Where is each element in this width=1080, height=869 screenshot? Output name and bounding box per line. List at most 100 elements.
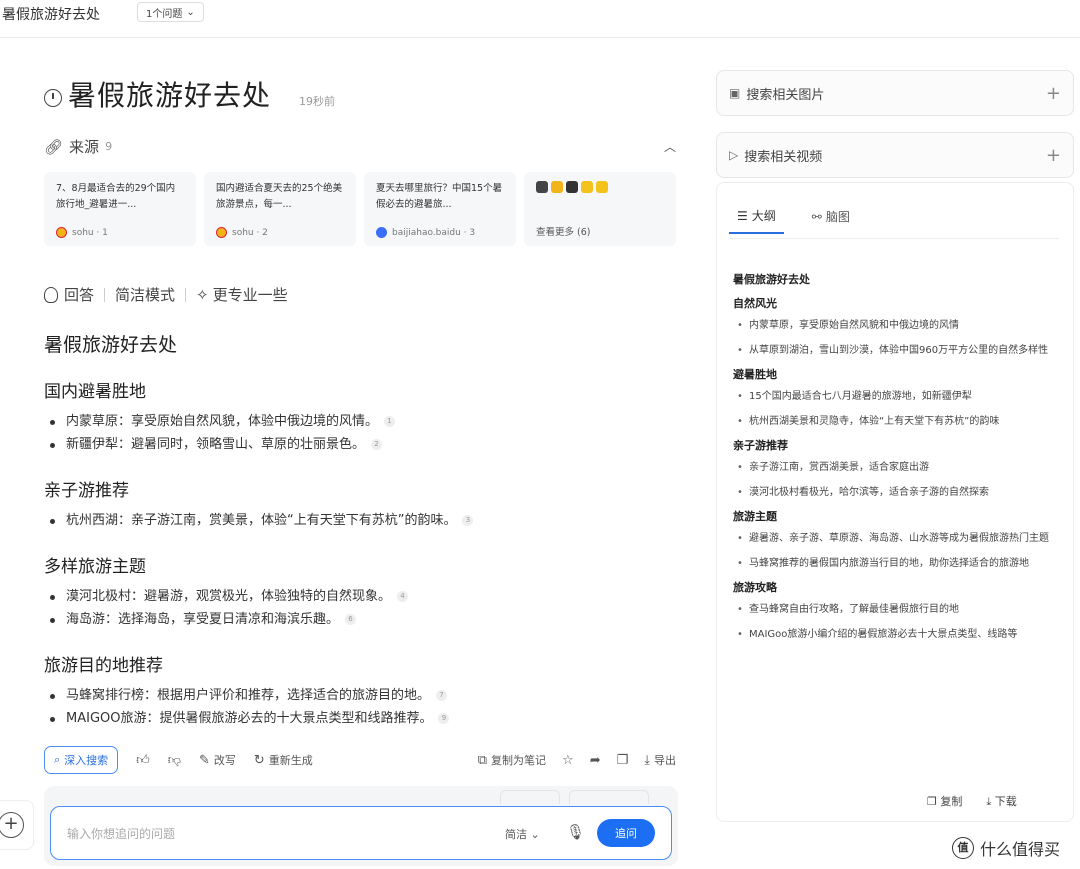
thumbs-down-icon[interactable]: 👎︎ <box>168 753 181 768</box>
source-card-origin: sohu · 2 <box>232 227 268 238</box>
citation-badge[interactable]: 2 <box>371 439 383 450</box>
regenerate-button[interactable]: 重新生成 <box>269 752 313 768</box>
outline-item: MAIGoo旅游小编介绍的暑假旅游必去十大景点类型、线路等 <box>733 624 1059 646</box>
citation-badge[interactable]: 3 <box>462 515 474 526</box>
search-images-label: 搜索相关图片 <box>746 87 825 103</box>
citation-badge[interactable]: 6 <box>345 614 357 625</box>
clock-icon <box>44 89 62 107</box>
mode-concise[interactable]: 简洁模式 <box>115 284 175 305</box>
answer-section-heading: 亲子游推荐 <box>44 481 129 501</box>
page-title-text: 暑假旅游好去处 <box>68 79 272 112</box>
star-icon[interactable]: ☆ <box>562 753 574 768</box>
export-icon[interactable]: ⤓ <box>644 753 650 768</box>
search-images-panel[interactable]: ▣ 搜索相关图片 + <box>716 70 1074 116</box>
list-item: 内蒙草原：享受原始自然风貌，体验中俄边境的风情。 1 <box>44 410 664 433</box>
copy-icon[interactable]: ❐ <box>617 753 629 768</box>
share-icon[interactable]: ➦ <box>590 753 601 768</box>
chevron-up-icon[interactable]: ︿ <box>664 138 676 155</box>
sources-count: 9 <box>105 140 113 153</box>
thumbs-up-icon[interactable]: 👍︎ <box>136 753 150 768</box>
download-outline-button[interactable]: ⤓ 下载 <box>986 793 1016 809</box>
magic-wand-icon[interactable]: ✎ <box>199 753 210 768</box>
list-item: MAIGOO旅游：提供暑假旅游必去的十大景点类型和线路推荐。 9 <box>44 707 664 730</box>
suggestion-chip <box>569 790 649 804</box>
download-label: 下载 <box>994 795 1017 808</box>
watermark: 值 什么值得买 <box>952 836 1060 860</box>
outline-panel: ☰ 大纲 ⚯ 脑图 暑假旅游好去处 自然风光 内蒙草原，享受原始自然风貌和中俄边… <box>716 182 1074 822</box>
list-item-text: 海岛游：选择海岛，享受夏日清凉和海滨乐趣。 <box>66 612 340 627</box>
citation-badge[interactable]: 4 <box>397 591 409 602</box>
source-logo-icon <box>581 181 593 193</box>
ask-button[interactable]: 追问 <box>597 819 655 847</box>
outline-item: 漠河北极村看极光，哈尔滨等，适合亲子游的自然探索 <box>733 482 1059 504</box>
sohu-logo-icon <box>216 227 227 238</box>
answer-list: 内蒙草原：享受原始自然风貌，体验中俄边境的风情。 1 新疆伊犁：避暑同时，领略雪山… <box>44 410 664 456</box>
source-card[interactable]: 7、8月最适合去的29个国内旅行地_避暑进一... sohu · 1 <box>44 172 196 246</box>
search-videos-panel[interactable]: ▷ 搜索相关视频 + <box>716 132 1074 178</box>
source-card-text: 7、8月最适合去的29个国内旅行地_避暑进一... <box>56 183 176 210</box>
baidu-logo-icon <box>376 227 387 238</box>
export-button[interactable]: 导出 <box>654 752 676 768</box>
question-count-dropdown[interactable]: 1个问题 ⌄ <box>137 2 204 22</box>
rewrite-button[interactable]: 改写 <box>214 752 236 768</box>
source-logo-icon <box>536 181 548 193</box>
outline-tabs: ☰ 大纲 ⚯ 脑图 <box>729 207 858 234</box>
save-note-button[interactable]: 复制为笔记 <box>491 752 546 768</box>
lightbulb-icon <box>44 286 58 303</box>
top-bar: 暑假旅游好去处 1个问题 ⌄ <box>0 0 1080 38</box>
outline-section-heading: 旅游主题 <box>733 510 777 523</box>
citation-badge[interactable]: 9 <box>438 713 450 724</box>
mindmap-icon: ⚯ <box>811 209 822 224</box>
list-item-text: MAIGOO旅游：提供暑假旅游必去的十大景点类型和线路推荐。 <box>66 711 433 726</box>
list-item-text: 杭州西湖：亲子游江南，赏美景，体验“上有天堂下有苏杭”的韵味。 <box>66 513 457 528</box>
plus-icon[interactable]: + <box>1046 145 1061 166</box>
view-more-link: 查看更多 (6) <box>536 227 591 238</box>
link-icon: 🔗︎ <box>44 137 64 156</box>
source-card[interactable]: 国内避适合夏天去的25个绝美旅游景点，每一... sohu · 2 <box>204 172 356 246</box>
tab-outline[interactable]: ☰ 大纲 <box>729 207 784 234</box>
source-card-text: 夏天去哪里旅行？中国15个暑假必去的避暑旅... <box>376 183 503 210</box>
model-select[interactable]: 简洁 ⌄ <box>505 826 540 842</box>
download-icon: ⤓ <box>986 795 992 808</box>
tab-outline-label: 大纲 <box>751 209 776 223</box>
outline-item: 从草原到湖泊，雪山到沙漠，体验中国960万平方公里的自然多样性 <box>733 340 1059 362</box>
answer-section-heading: 国内避暑胜地 <box>44 382 146 402</box>
divider <box>104 287 106 302</box>
answer-section-heading: 旅游目的地推荐 <box>44 656 163 676</box>
answer-list: 漠河北极村：避暑游，观赏极光，体验独特的自然现象。 4 海岛游：选择海岛，享受夏日… <box>44 585 664 631</box>
source-card[interactable]: 夏天去哪里旅行？中国15个暑假必去的避暑旅... baijiahao.baidu… <box>364 172 516 246</box>
sparkle-icon: ✧ <box>196 285 209 304</box>
mode-answer[interactable]: 回答 <box>64 284 94 305</box>
tab-mindmap-label: 脑图 <box>825 210 850 224</box>
follow-up-input-box: 简洁 ⌄ 🎙︎ 追问 <box>50 806 672 860</box>
tab-mindmap[interactable]: ⚯ 脑图 <box>804 207 858 234</box>
timestamp: 19秒前 <box>299 95 336 108</box>
video-icon: ▷ <box>729 148 739 162</box>
outline-section-heading: 亲子游推荐 <box>733 439 788 452</box>
outline-item: 马蜂窝推荐的暑假国内旅游当行目的地，助你选择适合的旅游地 <box>733 553 1059 575</box>
suggestion-chip <box>500 790 560 804</box>
citation-badge[interactable]: 7 <box>436 690 448 701</box>
list-item: 杭州西湖：亲子游江南，赏美景，体验“上有天堂下有苏杭”的韵味。 3 <box>44 509 664 532</box>
copy-outline-button[interactable]: ❐ 复制 <box>927 793 962 809</box>
note-icon[interactable]: ⧉ <box>478 753 487 768</box>
mode-professional[interactable]: 更专业一些 <box>213 284 288 305</box>
source-logo-icon <box>596 181 608 193</box>
search-videos-label: 搜索相关视频 <box>744 149 823 165</box>
sources-header[interactable]: 🔗︎ 来源 9 ︿ <box>44 136 676 157</box>
refresh-icon[interactable]: ↻ <box>254 753 265 768</box>
microphone-icon[interactable]: 🎙︎ <box>566 823 585 841</box>
list-item-text: 新疆伊犁：避暑同时，领略雪山、草原的壮丽景色。 <box>66 437 366 452</box>
source-logo-icon <box>566 181 578 193</box>
tabs-divider <box>729 238 1059 239</box>
source-card-origin: sohu · 1 <box>72 227 108 238</box>
answer-mode-bar: 回答 简洁模式 ✧ 更专业一些 <box>44 284 288 305</box>
plus-icon[interactable]: + <box>1046 83 1061 104</box>
deep-search-button[interactable]: ⌕ 深入搜索 <box>44 746 119 774</box>
citation-badge[interactable]: 1 <box>384 416 396 427</box>
source-card-origin: baijiahao.baidu · 3 <box>392 227 476 238</box>
follow-up-input[interactable] <box>67 823 467 845</box>
more-sources-card[interactable]: 查看更多 (6) <box>524 172 676 246</box>
deep-search-label: 深入搜索 <box>64 754 109 767</box>
outline-section-heading: 避暑胜地 <box>733 368 777 381</box>
